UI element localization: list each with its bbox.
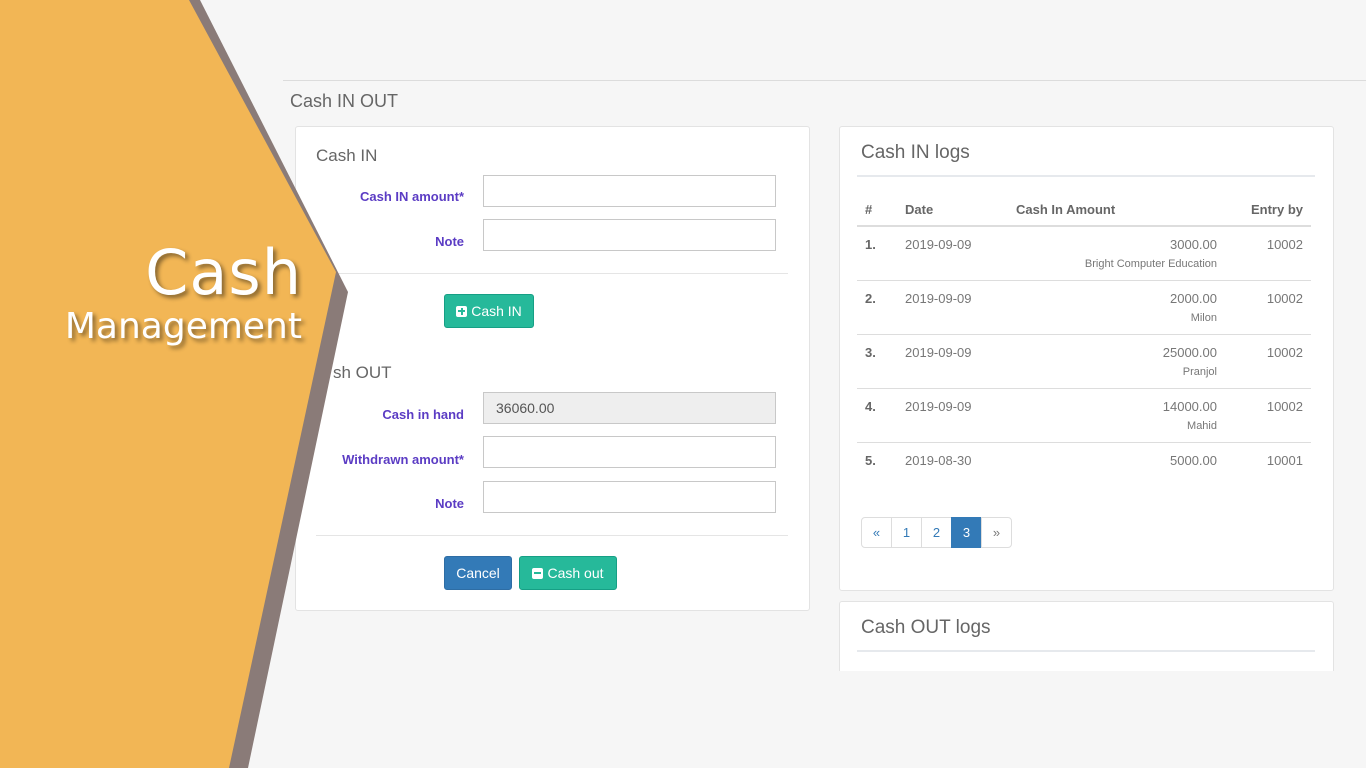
cash-out-note-input[interactable] xyxy=(483,481,776,513)
row-amount: 2000.00 xyxy=(1170,290,1217,306)
row-date: 2019-09-09 xyxy=(897,226,1008,281)
banner-title-cash: Cash xyxy=(145,236,302,309)
col-header-date: Date xyxy=(897,193,1008,227)
cash-out-logs-title: Cash OUT logs xyxy=(861,617,991,638)
row-entry-by: 10002 xyxy=(1225,280,1311,335)
row-date: 2019-08-30 xyxy=(905,452,972,468)
row-entry-by: 10002 xyxy=(1225,388,1311,443)
cash-out-logs-rule xyxy=(857,650,1315,652)
cash-in-button[interactable]: Cash IN xyxy=(444,294,534,328)
minus-square-icon xyxy=(532,567,544,579)
pagination-page-2[interactable]: 2 xyxy=(921,517,952,548)
pagination-next[interactable]: » xyxy=(981,517,1012,548)
col-header-amount: Cash In Amount xyxy=(1008,193,1225,227)
page-title: Cash IN OUT xyxy=(290,91,399,111)
row-amount: 5000.00 xyxy=(1170,452,1217,468)
cash-in-logs-table: # Date Cash In Amount Entry by 1. 2019-0… xyxy=(857,193,1311,485)
banner-accent-shape xyxy=(0,0,336,768)
table-row: 3. 2019-09-09 25000.00 Pranjol 10002 xyxy=(857,334,1311,389)
col-header-number: # xyxy=(857,193,897,227)
row-entry-by: 10001 xyxy=(1266,452,1303,468)
row-note: Bright Computer Education xyxy=(1084,258,1217,270)
row-date: 2019-09-09 xyxy=(897,280,1008,335)
cash-out-divider xyxy=(316,535,788,536)
row-amount-cell: 5000.00 xyxy=(1008,442,1225,485)
row-number: 5. xyxy=(865,452,876,468)
cash-in-logs-rule xyxy=(857,175,1315,177)
plus-square-icon xyxy=(456,305,468,317)
row-amount: 3000.00 xyxy=(1170,237,1217,252)
pagination: « 1 2 3 » xyxy=(861,517,1012,548)
cash-in-logs-title: Cash IN logs xyxy=(861,142,970,163)
row-date: 2019-09-09 xyxy=(897,334,1008,389)
cash-form-panel: Cash IN Cash IN amount* Note Cash IN sh … xyxy=(295,126,810,611)
cash-in-note-label: Note xyxy=(435,234,464,249)
row-amount: 25000.00 xyxy=(1162,344,1217,360)
table-row: 2. 2019-09-09 2000.00 Milon 10002 xyxy=(857,280,1311,335)
row-amount-cell: 25000.00 Pranjol xyxy=(1008,334,1225,389)
withdrawn-amount-label: Withdrawn amount* xyxy=(342,452,464,467)
cash-in-hand-label: Cash in hand xyxy=(382,407,464,422)
row-amount: 14000.00 xyxy=(1162,398,1217,414)
cash-in-button-label: Cash IN xyxy=(471,303,522,319)
cash-in-amount-input[interactable] xyxy=(483,175,776,207)
pagination-page-3[interactable]: 3 xyxy=(951,517,982,548)
cash-out-section-title: sh OUT xyxy=(333,363,392,382)
row-note: Mahid xyxy=(1187,419,1217,432)
pagination-prev[interactable]: « xyxy=(861,517,892,548)
cash-in-hand-field xyxy=(483,392,776,424)
row-amount-cell: 2000.00 Milon xyxy=(1008,280,1225,335)
cash-in-divider xyxy=(316,273,788,274)
withdrawn-amount-input[interactable] xyxy=(483,436,776,468)
row-entry-by: 10002 xyxy=(1225,226,1311,281)
cash-out-logs-panel: Cash OUT logs xyxy=(839,601,1334,671)
row-amount-cell: 14000.00 Mahid xyxy=(1008,388,1225,443)
table-row: 4. 2019-09-09 14000.00 Mahid 10002 xyxy=(857,388,1311,443)
cash-in-section-title: Cash IN xyxy=(316,146,378,165)
table-header-row: # Date Cash In Amount Entry by xyxy=(857,193,1311,227)
cash-out-note-label: Note xyxy=(435,496,464,511)
col-header-entry-by: Entry by xyxy=(1225,193,1311,227)
cash-in-note-input[interactable] xyxy=(483,219,776,251)
table-row: 5. 2019-08-30 5000.00 10001 xyxy=(857,442,1311,485)
row-note: Pranjol xyxy=(1182,365,1217,378)
row-number: 2. xyxy=(857,280,897,335)
cancel-button[interactable]: Cancel xyxy=(444,556,512,590)
cash-in-logs-panel: Cash IN logs # Date Cash In Amount Entry… xyxy=(839,126,1334,591)
row-entry-by: 10002 xyxy=(1225,334,1311,389)
row-number: 1. xyxy=(857,226,897,281)
row-number: 4. xyxy=(857,388,897,443)
cash-out-button-label: Cash out xyxy=(547,565,604,581)
row-note: Milon xyxy=(1190,311,1217,324)
row-amount-cell: 3000.00 Bright Computer Education xyxy=(1008,226,1225,281)
row-date: 2019-09-09 xyxy=(897,388,1008,443)
banner-title-management: Management xyxy=(64,306,302,347)
cash-out-button[interactable]: Cash out xyxy=(519,556,617,590)
row-number: 3. xyxy=(857,334,897,389)
header-divider xyxy=(283,80,1366,81)
pagination-page-1[interactable]: 1 xyxy=(891,517,922,548)
cash-in-amount-label: Cash IN amount* xyxy=(359,189,464,204)
table-row: 1. 2019-09-09 3000.00 Bright Computer Ed… xyxy=(857,226,1311,281)
